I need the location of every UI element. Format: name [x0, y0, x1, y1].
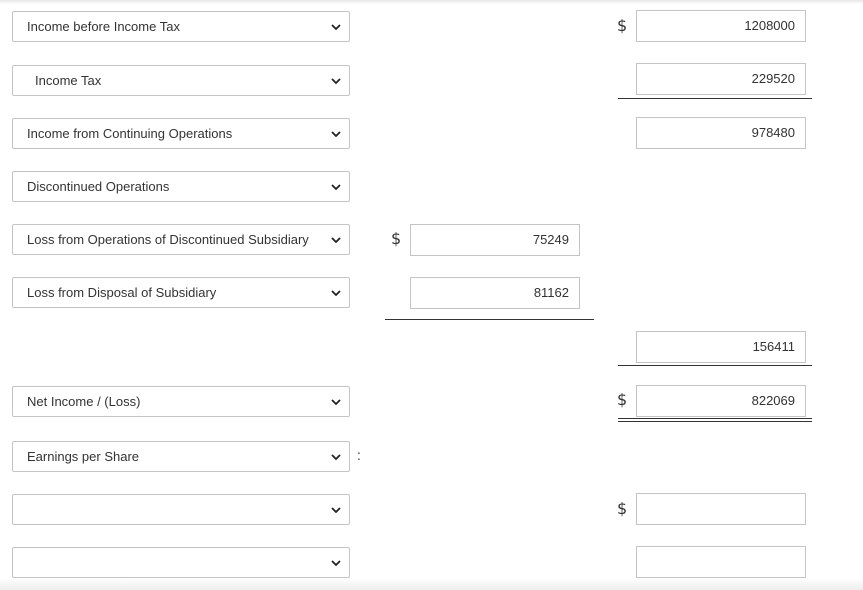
dollar-sign: $ — [391, 229, 402, 248]
income-before-tax-select[interactable]: Income before Income Tax — [12, 11, 350, 42]
select-label: Discontinued Operations — [27, 179, 170, 194]
loss-operations-select[interactable]: Loss from Operations of Discontinued Sub… — [12, 224, 350, 255]
top-shadow — [0, 0, 863, 4]
chevron-down-icon — [331, 184, 341, 191]
eps-line1-select[interactable] — [12, 494, 350, 525]
continuing-ops-select[interactable]: Income from Continuing Operations — [12, 118, 350, 149]
subtotal-underline — [618, 98, 812, 99]
loss-disposal-amount[interactable]: 81162 — [410, 277, 580, 309]
net-income-select[interactable]: Net Income / (Loss) — [12, 386, 350, 417]
income-tax-amount[interactable]: 229520 — [636, 63, 806, 95]
chevron-down-icon — [331, 560, 341, 567]
select-label: Loss from Disposal of Subsidiary — [27, 285, 217, 300]
subtotal-underline — [385, 319, 594, 320]
select-label: Earnings per Share — [27, 449, 140, 464]
subtotal-underline — [618, 365, 812, 366]
eps-line2-select[interactable] — [12, 547, 350, 578]
dollar-sign: $ — [617, 16, 628, 35]
eps-line2-amount[interactable] — [636, 546, 806, 578]
continuing-ops-amount[interactable]: 978480 — [636, 117, 806, 149]
chevron-down-icon — [331, 290, 341, 297]
net-income-amount[interactable]: 822069 — [636, 385, 806, 417]
discontinued-ops-select[interactable]: Discontinued Operations — [12, 171, 350, 202]
double-underline-top — [618, 418, 812, 419]
dollar-sign: $ — [617, 499, 628, 518]
chevron-down-icon — [331, 24, 341, 31]
bottom-shadow — [0, 578, 863, 590]
chevron-down-icon — [331, 454, 341, 461]
double-underline-bottom — [618, 421, 812, 422]
dollar-sign: $ — [617, 390, 628, 409]
select-label: Income from Continuing Operations — [27, 126, 233, 141]
loss-operations-amount[interactable]: 75249 — [410, 224, 580, 256]
select-label: Loss from Operations of Discontinued Sub… — [27, 232, 309, 247]
chevron-down-icon — [331, 237, 341, 244]
select-label: Income Tax — [35, 73, 102, 88]
income-tax-select[interactable]: Income Tax — [12, 65, 350, 96]
eps-colon: : — [357, 447, 361, 463]
select-label: Net Income / (Loss) — [27, 394, 141, 409]
select-label: Income before Income Tax — [27, 19, 180, 34]
income-before-tax-amount[interactable]: 1208000 — [636, 10, 806, 42]
chevron-down-icon — [331, 78, 341, 85]
chevron-down-icon — [331, 399, 341, 406]
chevron-down-icon — [331, 507, 341, 514]
chevron-down-icon — [331, 131, 341, 138]
eps-select[interactable]: Earnings per Share — [12, 441, 350, 472]
discontinued-total-amount[interactable]: 156411 — [636, 331, 806, 363]
eps-line1-amount[interactable] — [636, 493, 806, 525]
loss-disposal-select[interactable]: Loss from Disposal of Subsidiary — [12, 277, 350, 308]
